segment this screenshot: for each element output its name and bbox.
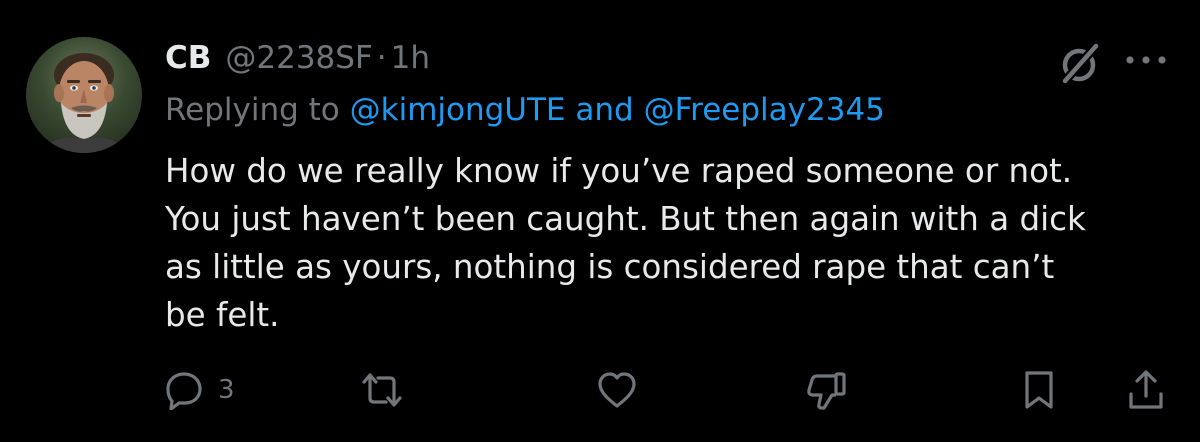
share-icon	[1126, 368, 1166, 412]
share-button[interactable]	[1126, 370, 1166, 410]
replying-to: Replying to @kimjongUTE and @Freeplay234…	[165, 82, 885, 138]
author-handle[interactable]: @2238SF	[225, 30, 372, 86]
mention-conjunction[interactable]: and	[575, 92, 633, 128]
grok-icon[interactable]	[1054, 38, 1104, 88]
post[interactable]: CB @2238SF · 1h Replying to @kimjongUTE …	[0, 0, 1200, 442]
separator-dot: ·	[376, 40, 387, 76]
avatar[interactable]	[26, 37, 142, 153]
replying-prefix: Replying to	[165, 92, 340, 128]
bookmark-icon	[1021, 369, 1057, 411]
post-text: How do we really know if you’ve raped so…	[165, 147, 1185, 339]
more-icon[interactable]	[1124, 50, 1168, 70]
mention-freeplay2345[interactable]: @Freeplay2345	[644, 92, 885, 128]
post-text-line: be felt.	[165, 296, 280, 334]
action-bar: 3	[0, 360, 1200, 420]
bookmark-button[interactable]	[1021, 370, 1057, 410]
repost-icon	[358, 370, 406, 410]
reply-count: 3	[218, 375, 235, 405]
downvote-icon	[804, 369, 848, 411]
reply-button[interactable]: 3	[164, 370, 235, 410]
reply-icon	[164, 370, 204, 410]
author-name[interactable]: CB	[165, 30, 211, 86]
like-icon	[596, 370, 638, 410]
post-text-line: You just haven’t been caught. But then a…	[165, 200, 1086, 238]
downvote-button[interactable]	[804, 370, 848, 410]
post-header: CB @2238SF · 1h	[165, 30, 430, 86]
like-button[interactable]	[596, 370, 638, 410]
avatar-illustration	[40, 53, 128, 153]
repost-button[interactable]	[358, 370, 406, 410]
post-text-line: as little as yours, nothing is considere…	[165, 248, 1055, 286]
mention-kimjongute[interactable]: @kimjongUTE	[350, 92, 566, 128]
post-time[interactable]: 1h	[391, 30, 430, 86]
post-text-line: How do we really know if you’ve raped so…	[165, 152, 1073, 190]
